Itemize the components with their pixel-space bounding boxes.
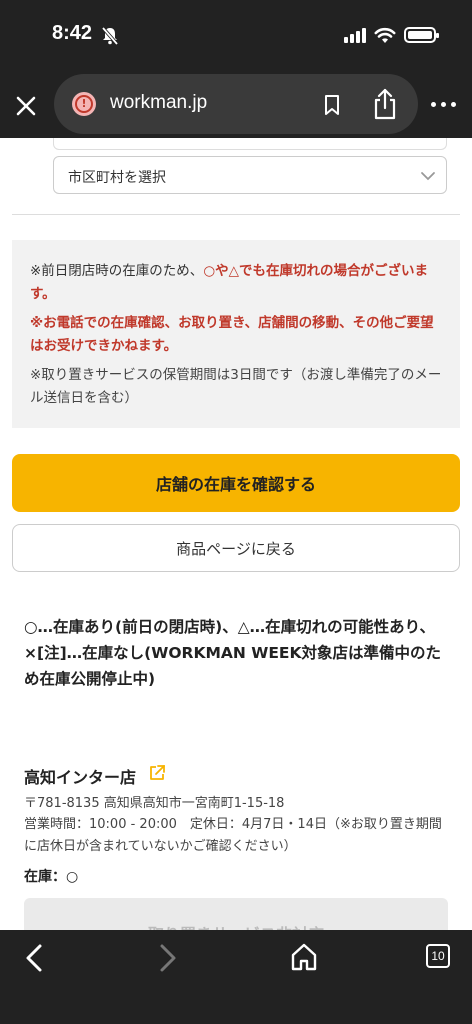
notice-item-closing-stock: ※前日閉店時の在庫のため、○や△でも在庫切れの場合がございます。 [30, 260, 444, 306]
status-time: 8:42 [52, 22, 93, 44]
notice-list: ※前日閉店時の在庫のため、○や△でも在庫切れの場合がございます。 ※お電話での在… [30, 260, 444, 410]
chevron-down-icon [421, 172, 435, 181]
bell-muted-icon [101, 26, 119, 46]
page-content: 市区町村を選択 ※前日閉店時の在庫のため、○や△でも在庫切れの場合がございます。… [0, 138, 472, 930]
stock-status: 在庫：○ [24, 866, 78, 886]
back-icon[interactable] [22, 942, 46, 974]
alert-icon[interactable]: ! [72, 92, 96, 116]
close-icon[interactable] [12, 92, 40, 120]
address-bar[interactable]: ! workman.jp [54, 74, 418, 134]
more-icon[interactable] [431, 102, 456, 107]
notice-box: ※前日閉店時の在庫のため、○や△でも在庫切れの場合がございます。 ※お電話での在… [12, 240, 460, 428]
stock-value: ○ [66, 869, 79, 885]
confirm-stock-button[interactable]: 店舗の在庫を確認する [12, 454, 460, 512]
store-name[interactable]: 高知インター店 [24, 764, 136, 788]
forward-icon[interactable] [156, 942, 180, 974]
status-bar: 8:42 [0, 0, 472, 72]
battery-icon [404, 27, 439, 43]
wifi-icon [374, 27, 396, 43]
notice-item-pickup-period: ※取り置きサービスの保管期間は3日間です（お渡し準備完了のメール送信日を含む） [30, 367, 442, 406]
url-text[interactable]: workman.jp [110, 92, 207, 114]
home-icon[interactable] [290, 942, 318, 972]
stock-label: 在庫： [24, 869, 66, 885]
browser-toolbar: 10 [0, 930, 472, 1024]
browser-bar: ! workman.jp [0, 72, 472, 138]
divider [12, 214, 460, 215]
notice-item-no-phone: ※お電話での在庫確認、お取り置き、店舗間の移動、その他ご要望はお受けできかねます… [30, 315, 434, 354]
pickup-service-button: 取り置きサービス非対応 [24, 898, 448, 930]
tabs-button[interactable]: 10 [426, 944, 450, 968]
store-address: 〒781-8135 高知県高知市一宮南町1-15-18 [24, 796, 285, 811]
city-select-label: 市区町村を選択 [68, 170, 166, 186]
bookmark-icon[interactable] [322, 94, 342, 116]
prefecture-select[interactable] [53, 138, 447, 150]
share-icon[interactable] [372, 88, 398, 120]
back-to-product-button[interactable]: 商品ページに戻る [12, 524, 460, 572]
notice-text: ※前日閉店時の在庫のため、 [30, 263, 204, 279]
external-link-icon[interactable] [148, 764, 166, 782]
stock-legend: ○…在庫あり(前日の閉店時)、△…在庫切れの可能性あり、×[注]…在庫なし(WO… [24, 618, 442, 688]
city-select[interactable]: 市区町村を選択 [53, 156, 447, 194]
signal-icon [344, 27, 366, 43]
store-hours: 営業時間：10:00 - 20:00 定休日：4月7日・14日（※お取り置き期間… [24, 817, 442, 854]
